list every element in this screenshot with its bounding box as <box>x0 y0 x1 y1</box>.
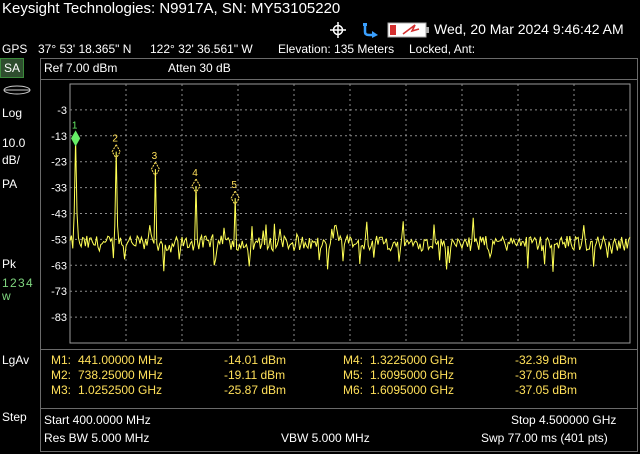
marker-label: 2 <box>112 134 118 145</box>
marker-name: M1: <box>51 353 72 367</box>
footer-divider <box>41 408 637 409</box>
y-tick-label: -43 <box>51 209 67 221</box>
sweep-time[interactable]: Swp 77.00 ms (401 pts) <box>481 431 608 445</box>
video-bandwidth[interactable]: VBW 5.000 MHz <box>281 431 370 445</box>
marker-level: -14.01 dBm <box>224 353 287 367</box>
y-tick-label: -13 <box>51 131 67 143</box>
plot-grid <box>69 83 631 344</box>
y-tick-label: -73 <box>51 286 67 298</box>
y-tick-labels: -3 -13 -23 -33 -43 -53 -63 -73 -83 <box>51 105 67 324</box>
marker-level: -19.11 dBm <box>224 368 286 382</box>
marker-freq: 738.25000 MHz <box>78 368 163 382</box>
marker-freq: 1.6095000 GHz <box>370 368 455 382</box>
marker-freq: 441.00000 MHz <box>78 353 163 367</box>
marker-freq: 1.6095000 GHz <box>370 383 455 397</box>
marker-level: -37.05 dBm <box>515 383 578 397</box>
marker-level: -37.05 dBm <box>515 368 578 382</box>
marker-diamond <box>71 130 81 147</box>
y-tick-label: -83 <box>51 312 67 324</box>
marker-name: M3: <box>51 383 72 397</box>
y-tick-label: -63 <box>51 260 67 272</box>
marker-freq: 1.0252500 GHz <box>78 383 163 397</box>
y-tick-label: -23 <box>51 157 67 169</box>
stop-frequency[interactable]: Stop 4.500000 GHz <box>511 413 616 427</box>
marker-label: 4 <box>192 168 198 179</box>
y-tick-label: -3 <box>57 105 67 117</box>
marker-level: -25.87 dBm <box>224 383 287 397</box>
resolution-bandwidth[interactable]: Res BW 5.000 MHz <box>44 431 149 445</box>
y-tick-label: -33 <box>51 183 67 195</box>
marker-label: 3 <box>152 151 158 162</box>
y-tick-label: -53 <box>51 234 67 246</box>
marker-freq: 1.3225000 GHz <box>370 353 455 367</box>
table-divider <box>41 349 637 350</box>
marker-label: 5 <box>231 180 237 191</box>
marker-name: M5: <box>343 368 364 382</box>
marker-name: M2: <box>51 368 72 382</box>
marker-level: -32.39 dBm <box>515 353 578 367</box>
marker-label: 1 <box>72 120 78 131</box>
marker-name: M4: <box>343 353 364 367</box>
marker-name: M6: <box>343 383 364 397</box>
start-frequency[interactable]: Start 400.0000 MHz <box>44 413 151 427</box>
